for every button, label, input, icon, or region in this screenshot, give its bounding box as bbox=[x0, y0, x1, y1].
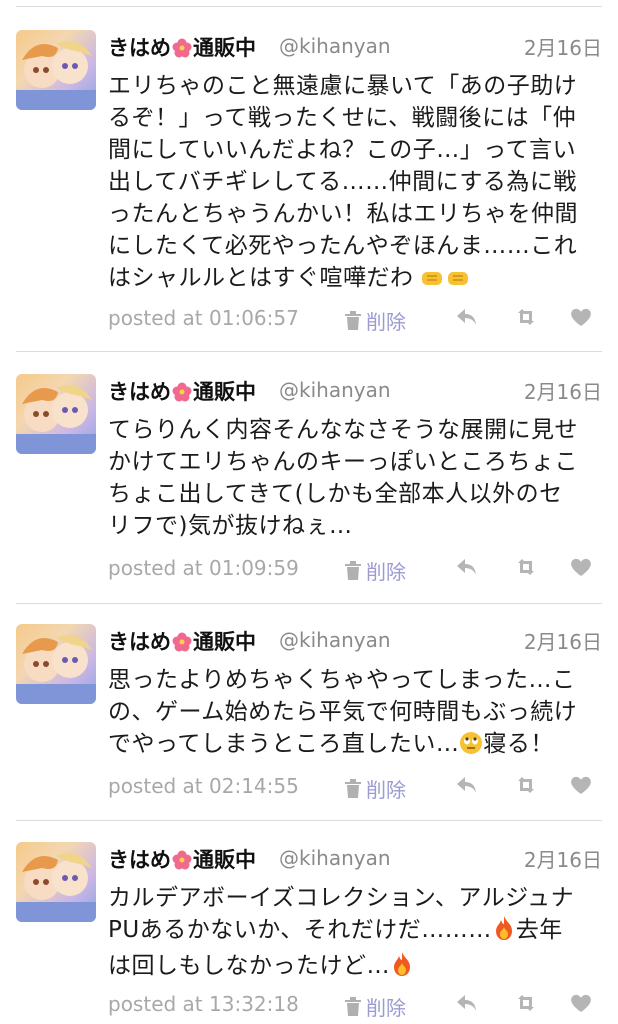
user-handle[interactable]: @kihanyan bbox=[279, 378, 391, 402]
posted-at: posted at 01:06:57 bbox=[108, 306, 299, 330]
display-name[interactable]: きはめ 通販中 bbox=[108, 844, 256, 874]
delete-label: 削除 bbox=[366, 778, 406, 802]
fire-emoji bbox=[390, 951, 414, 986]
trash-icon bbox=[345, 310, 361, 330]
hibiscus-icon bbox=[172, 38, 192, 58]
tweet-text: エリちゃのこと無遠慮に暴いて「あの子助け るぞ！」って戦ったくせに、戦闘後には「… bbox=[108, 70, 604, 298]
trash-icon bbox=[345, 778, 361, 798]
delete-label: 削除 bbox=[366, 310, 406, 334]
display-name[interactable]: きはめ 通販中 bbox=[108, 32, 256, 62]
reply-icon[interactable] bbox=[454, 772, 480, 798]
tweet-text: てらりんく内容そんななさそうな展開に見せ かけてエリちゃんのキーっぽいところちょ… bbox=[108, 417, 578, 539]
retweet-icon[interactable] bbox=[513, 772, 539, 798]
tweet-meta: posted at 01:09:59 削除 bbox=[108, 556, 602, 586]
posted-at: posted at 13:32:18 bbox=[108, 992, 299, 1016]
divider bbox=[16, 6, 602, 7]
user-handle[interactable]: @kihanyan bbox=[279, 628, 391, 652]
tweet-header: きはめ 通販中 @kihanyan 2月16日 bbox=[108, 376, 602, 408]
retweet-icon[interactable] bbox=[513, 554, 539, 580]
trash-icon bbox=[345, 560, 361, 580]
fist-bump-emoji bbox=[421, 266, 471, 298]
tweet-header: きはめ 通販中 @kihanyan 2月16日 bbox=[108, 32, 602, 64]
posted-at: posted at 02:14:55 bbox=[108, 774, 299, 798]
tweet-date[interactable]: 2月16日 bbox=[524, 844, 602, 873]
hibiscus-icon bbox=[172, 382, 192, 402]
reply-icon[interactable] bbox=[454, 990, 480, 1016]
delete-button[interactable]: 削除 bbox=[344, 774, 406, 803]
reply-icon[interactable] bbox=[454, 304, 480, 330]
tweet-text-content: エリちゃのこと無遠慮に暴いて「あの子助け るぞ！」って戦ったくせに、戦闘後には「… bbox=[108, 73, 578, 291]
user-handle[interactable]: @kihanyan bbox=[279, 846, 391, 870]
trash-icon bbox=[345, 996, 361, 1016]
divider bbox=[16, 351, 602, 352]
tweet-meta: posted at 13:32:18 削除 bbox=[108, 992, 602, 1022]
delete-button[interactable]: 削除 bbox=[344, 992, 406, 1021]
hibiscus-icon bbox=[172, 632, 192, 652]
posted-at: posted at 01:09:59 bbox=[108, 556, 299, 580]
tweet-date[interactable]: 2月16日 bbox=[524, 626, 602, 655]
heart-icon[interactable] bbox=[568, 554, 594, 580]
avatar[interactable] bbox=[16, 30, 96, 110]
tweet-date[interactable]: 2月16日 bbox=[524, 376, 602, 405]
tweet-meta: posted at 02:14:55 削除 bbox=[108, 774, 602, 804]
hibiscus-icon bbox=[172, 850, 192, 870]
avatar[interactable] bbox=[16, 624, 96, 704]
reply-icon[interactable] bbox=[454, 554, 480, 580]
avatar[interactable] bbox=[16, 842, 96, 922]
delete-label: 削除 bbox=[366, 996, 406, 1020]
delete-button[interactable]: 削除 bbox=[344, 556, 406, 585]
tweet-date[interactable]: 2月16日 bbox=[524, 32, 602, 61]
rolling-eyes-emoji bbox=[459, 731, 483, 764]
tweet-text: 思ったよりめちゃくちゃやってしまった…こ の、ゲーム始めたら平気で何時間もぶっ続… bbox=[108, 664, 604, 764]
tweet-text-content: 寝る！ bbox=[483, 731, 554, 757]
user-handle[interactable]: @kihanyan bbox=[279, 34, 391, 58]
display-name[interactable]: きはめ 通販中 bbox=[108, 626, 256, 656]
retweet-icon[interactable] bbox=[513, 304, 539, 330]
avatar[interactable] bbox=[16, 374, 96, 454]
display-name[interactable]: きはめ 通販中 bbox=[108, 376, 256, 406]
tweet-meta: posted at 01:06:57 削除 bbox=[108, 306, 602, 336]
divider bbox=[16, 820, 602, 821]
retweet-icon[interactable] bbox=[513, 990, 539, 1016]
heart-icon[interactable] bbox=[568, 772, 594, 798]
tweet-text: カルデアボーイズコレクション、アルジュナ PUあるかないか、それだけだ……… 去年… bbox=[108, 882, 604, 986]
fire-emoji bbox=[492, 915, 516, 950]
delete-label: 削除 bbox=[366, 560, 406, 584]
delete-button[interactable]: 削除 bbox=[344, 306, 406, 335]
tweet-header: きはめ 通販中 @kihanyan 2月16日 bbox=[108, 626, 602, 658]
heart-icon[interactable] bbox=[568, 990, 594, 1016]
heart-icon[interactable] bbox=[568, 304, 594, 330]
divider bbox=[16, 603, 602, 604]
tweet-header: きはめ 通販中 @kihanyan 2月16日 bbox=[108, 844, 602, 876]
timeline: きはめ 通販中 @kihanyan 2月16日 エリちゃのこと無遠慮に暴いて「あの… bbox=[0, 0, 618, 1024]
